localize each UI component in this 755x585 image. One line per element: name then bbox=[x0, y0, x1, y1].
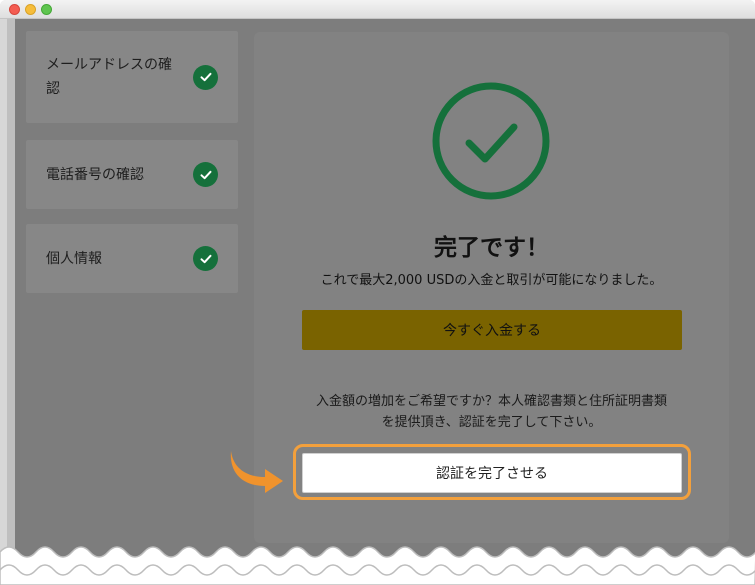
step-phone-verification: 電話番号の確認 bbox=[26, 140, 238, 209]
deposit-now-button[interactable]: 今すぐ入金する bbox=[302, 310, 682, 350]
close-window-button[interactable] bbox=[9, 4, 20, 15]
torn-edge bbox=[0, 546, 755, 585]
zoom-window-button[interactable] bbox=[41, 4, 52, 15]
app-window: メールアドレスの確 認 電話番号の確認 個人情報 完了です！ これで最大2,00… bbox=[0, 0, 755, 585]
minimize-window-button[interactable] bbox=[25, 4, 36, 15]
check-icon bbox=[193, 246, 218, 271]
check-icon bbox=[193, 64, 218, 90]
complete-verification-button[interactable]: 認証を完了させる bbox=[302, 453, 682, 493]
modal-overlay: メールアドレスの確 認 電話番号の確認 個人情報 完了です！ これで最大2,00… bbox=[7, 19, 755, 564]
verification-info: 入金額の増加をご希望ですか？本人確認書類と住所証明書類 を提供頂き、認証を完了し… bbox=[315, 394, 667, 430]
step-label: 電話番号の確認 bbox=[46, 166, 144, 183]
title-bar bbox=[0, 0, 755, 19]
check-icon bbox=[193, 162, 218, 187]
completion-subtitle: これで最大2,000 USDの入金と取引が可能になりました。 bbox=[320, 273, 663, 288]
step-label: 個人情報 bbox=[46, 250, 102, 267]
check-circle-icon bbox=[432, 82, 550, 200]
completion-title: 完了です！ bbox=[434, 235, 549, 261]
step-personal-info: 個人情報 bbox=[26, 224, 238, 293]
step-email-verification: メールアドレスの確 認 bbox=[26, 31, 238, 123]
pointer-arrow-icon bbox=[230, 451, 283, 493]
step-label: メールアドレスの確 認 bbox=[46, 57, 172, 97]
completion-panel: 完了です！ これで最大2,000 USDの入金と取引が可能になりました。 今すぐ… bbox=[254, 32, 729, 543]
